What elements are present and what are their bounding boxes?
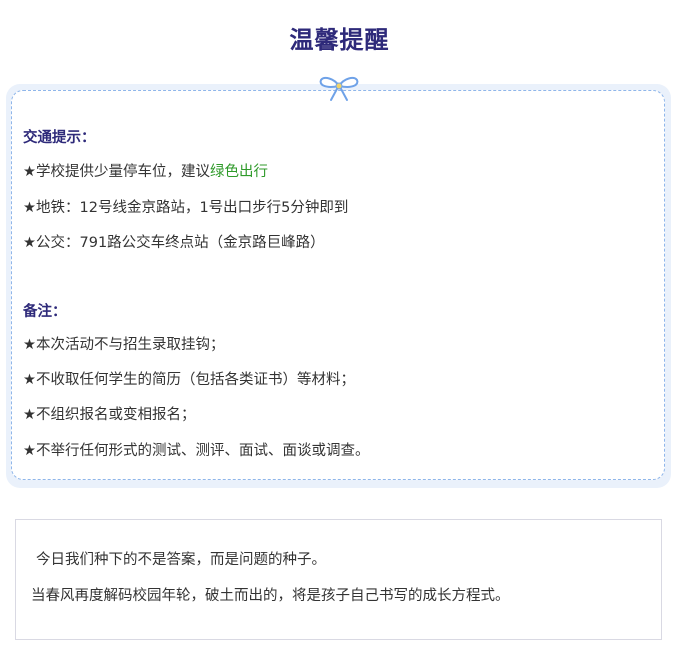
green-travel-highlight: 绿色出行 bbox=[210, 164, 268, 180]
quote-line: 今日我们种下的不是答案，而是问题的种子。 bbox=[36, 552, 326, 568]
traffic-item-parking: ★学校提供少量停车位，建议绿色出行 bbox=[23, 162, 268, 182]
notes-item: ★不组织报名或变相报名； bbox=[23, 407, 196, 423]
traffic-item-parking-text: ★学校提供少量停车位，建议 bbox=[23, 164, 210, 180]
notes-item: ★本次活动不与招生录取挂钩； bbox=[23, 337, 225, 353]
notes-item: ★不收取任何学生的简历（包括各类证书）等材料； bbox=[23, 372, 355, 388]
ribbon-bow-icon bbox=[319, 77, 359, 101]
traffic-heading: 交通提示： bbox=[23, 130, 96, 146]
traffic-item-bus: ★公交：791路公交车终点站（金京路巨峰路） bbox=[23, 235, 325, 251]
page-title: 温馨提醒 bbox=[289, 26, 390, 54]
traffic-item-metro: ★地铁：12号线金京路站，1号出口步行5分钟即到 bbox=[23, 200, 349, 216]
quote-box bbox=[15, 519, 662, 640]
quote-line: 当春风再度解码校园年轮，破土而出的，将是孩子自己书写的成长方程式。 bbox=[31, 588, 510, 604]
notes-heading: 备注： bbox=[23, 304, 67, 320]
notes-item: ★不举行任何形式的测试、测评、面试、面谈或调查。 bbox=[23, 443, 370, 459]
